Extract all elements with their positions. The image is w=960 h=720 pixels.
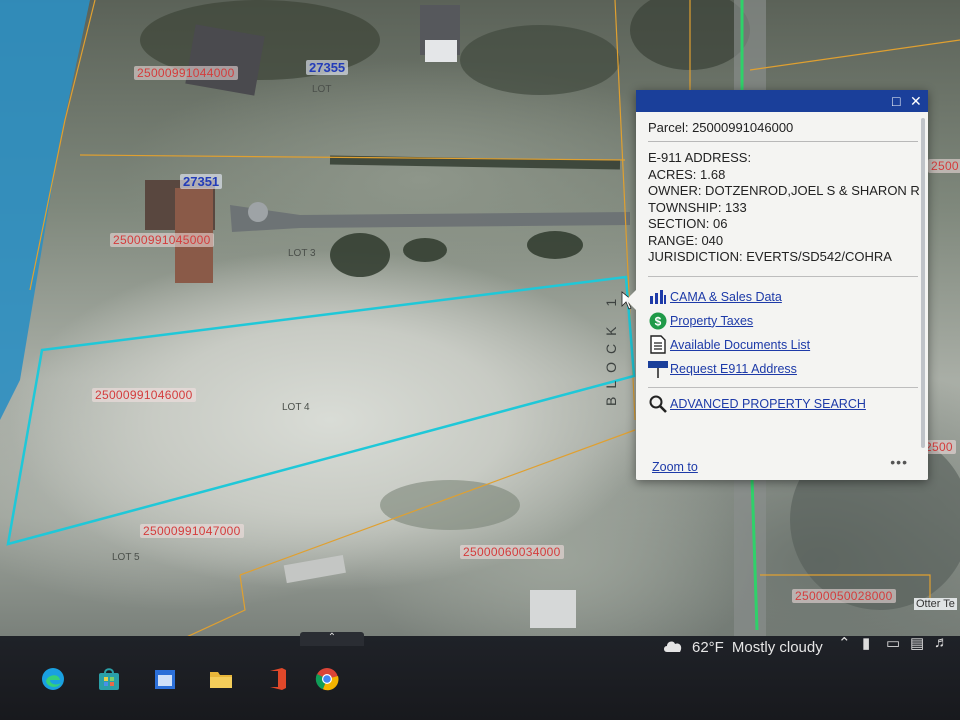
store-icon[interactable] [94,664,124,694]
parcel-popup[interactable]: □ ✕ Parcel: 25000991046000 E-911 ADDRESS… [626,90,928,480]
e911-sign-icon [648,359,668,379]
tree [403,238,447,262]
lot-label: LOT [312,84,332,95]
shed [530,590,576,628]
edge-icon[interactable] [38,664,68,694]
turnaround [248,202,268,222]
parcel-id-label[interactable]: 25000060034000 [460,545,564,559]
magnifier-icon [648,394,668,414]
attribute-township: TOWNSHIP: 133 [648,199,747,215]
address-number-label: 27351 [180,174,223,189]
selected-parcel-outline[interactable] [6,275,636,546]
tree [330,233,390,277]
taskbar: ⌃ 62°F Mostly cloudy ⌃ ▮ ▭ ▤ ♬ [0,632,960,720]
building [185,24,265,96]
parcel-id-label[interactable]: 25000991047000 [140,524,244,538]
weather-temperature: 62°F [692,638,724,656]
block-label: BLOCK 1 [603,290,619,406]
document-icon [648,335,668,355]
svg-text:$: $ [655,314,662,328]
popup-body: Parcel: 25000991046000 E-911 ADDRESS: AC… [636,112,928,416]
hedge-row [329,155,621,170]
parcel-id-label[interactable]: 25000991044000 [134,66,238,80]
close-icon[interactable]: ✕ [910,93,922,109]
attribute-section: SECTION: 06 [648,216,728,231]
file-explorer-icon[interactable] [206,664,236,694]
taskbar-overflow-tab[interactable]: ⌃ [300,632,364,646]
volume-icon[interactable]: ♬ [934,634,949,651]
tree [527,231,583,259]
cloud-icon [662,637,684,657]
link-documents[interactable]: Available Documents List [648,333,918,357]
parcel-id-label[interactable]: 25000991046000 [92,388,196,402]
popup-header: □ ✕ [636,90,928,112]
parcel-id-label[interactable]: 2500 [928,159,960,173]
attribute-owner: OWNER: DOTZENROD,JOEL S & SHARON R [648,183,920,198]
parcel-id-label[interactable]: 25000050028000 [792,589,896,603]
zoom-to-link[interactable]: Zoom to [652,460,698,474]
building-roof [425,40,457,62]
brush [380,480,520,530]
link-property-taxes[interactable]: $ Property Taxes [648,309,918,333]
parcel-title: Parcel: 25000991046000 [648,120,918,142]
cama-sales-link[interactable]: CAMA & Sales Data [670,290,782,304]
network-icon[interactable]: ▤ [910,634,924,652]
link-advanced-search[interactable]: ADVANCED PROPERTY SEARCH [648,392,918,416]
screen-glare [0,0,90,420]
request-e911-link[interactable]: Request E911 Address [670,362,797,376]
parcel-line [179,574,246,641]
attribute-jurisdiction: JURISDICTION: EVERTS/SD542/COHRA [648,249,892,264]
driveway [230,205,630,232]
property-taxes-link[interactable]: Property Taxes [670,314,753,328]
shed [283,554,346,584]
attribute-range: RANGE: 040 [648,232,724,248]
battery-icon[interactable]: ▭ [886,634,900,652]
documents-link[interactable]: Available Documents List [670,338,810,352]
maximize-icon[interactable]: □ [892,93,900,109]
lot-label: LOT 4 [282,402,310,413]
divider [648,386,918,388]
weather-condition: Mostly cloudy [731,638,823,656]
link-cama-sales[interactable]: CAMA & Sales Data [648,285,918,309]
office-icon[interactable] [262,664,292,694]
dollar-icon: $ [648,311,668,331]
lot-label: LOT 3 [288,248,316,259]
chrome-icon[interactable] [312,664,342,694]
parcel-line [239,429,636,576]
weather-widget[interactable]: 62°F Mostly cloudy [662,636,823,658]
parcel-line [749,39,960,71]
popup-scrollbar[interactable] [921,118,925,448]
link-request-e911[interactable]: Request E911 Address [648,357,918,381]
popup-pointer [626,290,636,310]
more-actions-button[interactable]: ••• [890,454,908,470]
parcel-id-label[interactable]: 25000991045000 [110,233,214,247]
divider [648,275,918,277]
meet-now-icon[interactable]: ▮ [862,634,870,652]
calendar-icon[interactable] [150,664,180,694]
attribute-e911-address: E-911 ADDRESS: [648,150,752,165]
tray-overflow-icon[interactable]: ⌃ [838,634,851,652]
lot-label: LOT 5 [112,552,140,563]
attribute-acres: ACRES: 1.68 [648,166,726,182]
address-number-label: 27355 [306,60,349,75]
bar-chart-icon [648,287,668,307]
advanced-search-link[interactable]: ADVANCED PROPERTY SEARCH [670,397,866,411]
aerial-map[interactable]: 25000991044000 25000991045000 2500099104… [0,0,960,690]
tree-cluster [460,25,620,95]
road-label: Otter Te [914,598,957,610]
